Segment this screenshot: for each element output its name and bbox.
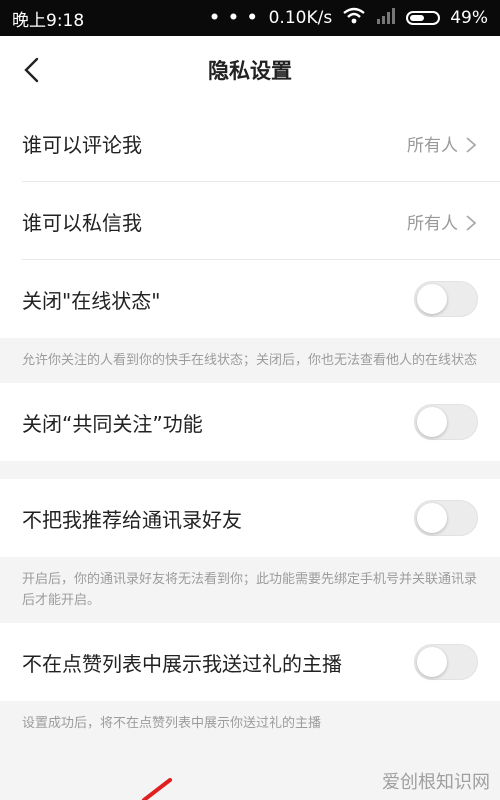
- contacts-recommend-row: 不把我推荐给通讯录好友: [0, 479, 500, 557]
- watermark: 爱创根知识网: [382, 772, 490, 793]
- common-follow-row: 关闭“共同关注”功能: [0, 383, 500, 461]
- gift-anchor-toggle[interactable]: [414, 644, 478, 680]
- notification-dots: • • •: [209, 8, 259, 28]
- toggle-knob: [417, 647, 447, 677]
- toggle-knob: [417, 284, 447, 314]
- chevron-right-icon: [464, 136, 478, 153]
- online-status-desc: 允许你关注的人看到你的快手在线状态；关闭后，你也无法查看他人的在线状态: [0, 338, 500, 383]
- comment-permission-label: 谁可以评论我: [22, 132, 142, 157]
- comment-permission-value-group: 所有人: [407, 131, 478, 156]
- message-permission-value-group: 所有人: [407, 209, 478, 234]
- contacts-recommend-desc: 开启后，你的通讯录好友将无法看到你；此功能需要先绑定手机号并关联通讯录后才能开启…: [0, 557, 500, 623]
- annotation-arrow-icon: [142, 778, 172, 800]
- toggle-knob: [417, 503, 447, 533]
- chevron-right-icon: [464, 214, 478, 231]
- comment-permission-value: 所有人: [407, 135, 458, 156]
- gift-anchor-label: 不在点赞列表中展示我送过礼的主播: [22, 651, 342, 676]
- nav-bar: 隐私设置: [0, 36, 500, 104]
- contacts-recommend-toggle[interactable]: [414, 500, 478, 536]
- section-gap: [0, 461, 500, 479]
- status-time: 晚上9:18: [12, 10, 85, 31]
- status-right: • • • 0.10K/s 49%: [209, 7, 488, 30]
- wifi-icon: [342, 7, 366, 30]
- back-icon[interactable]: [18, 57, 44, 83]
- message-permission-label: 谁可以私信我: [22, 210, 142, 235]
- online-status-toggle[interactable]: [414, 281, 478, 317]
- message-permission-value: 所有人: [407, 213, 458, 234]
- common-follow-toggle[interactable]: [414, 404, 478, 440]
- message-permission-row[interactable]: 谁可以私信我 所有人: [0, 182, 500, 260]
- page-title: 隐私设置: [208, 59, 292, 83]
- gift-anchor-row: 不在点赞列表中展示我送过礼的主播: [0, 623, 500, 701]
- network-speed: 0.10K/s: [268, 8, 333, 28]
- contacts-recommend-label: 不把我推荐给通讯录好友: [22, 507, 242, 532]
- gift-anchor-desc: 设置成功后，将不在点赞列表中展示你送过礼的主播: [0, 701, 500, 746]
- online-status-label: 关闭"在线状态": [22, 288, 161, 313]
- signal-icon: [376, 7, 396, 29]
- online-status-row: 关闭"在线状态": [0, 260, 500, 338]
- battery-icon: [406, 11, 441, 25]
- toggle-knob: [417, 407, 447, 437]
- comment-permission-row[interactable]: 谁可以评论我 所有人: [0, 104, 500, 182]
- battery-level: 49%: [450, 8, 488, 28]
- common-follow-label: 关闭“共同关注”功能: [22, 411, 203, 436]
- status-bar: 晚上9:18 • • • 0.10K/s 49%: [0, 0, 500, 36]
